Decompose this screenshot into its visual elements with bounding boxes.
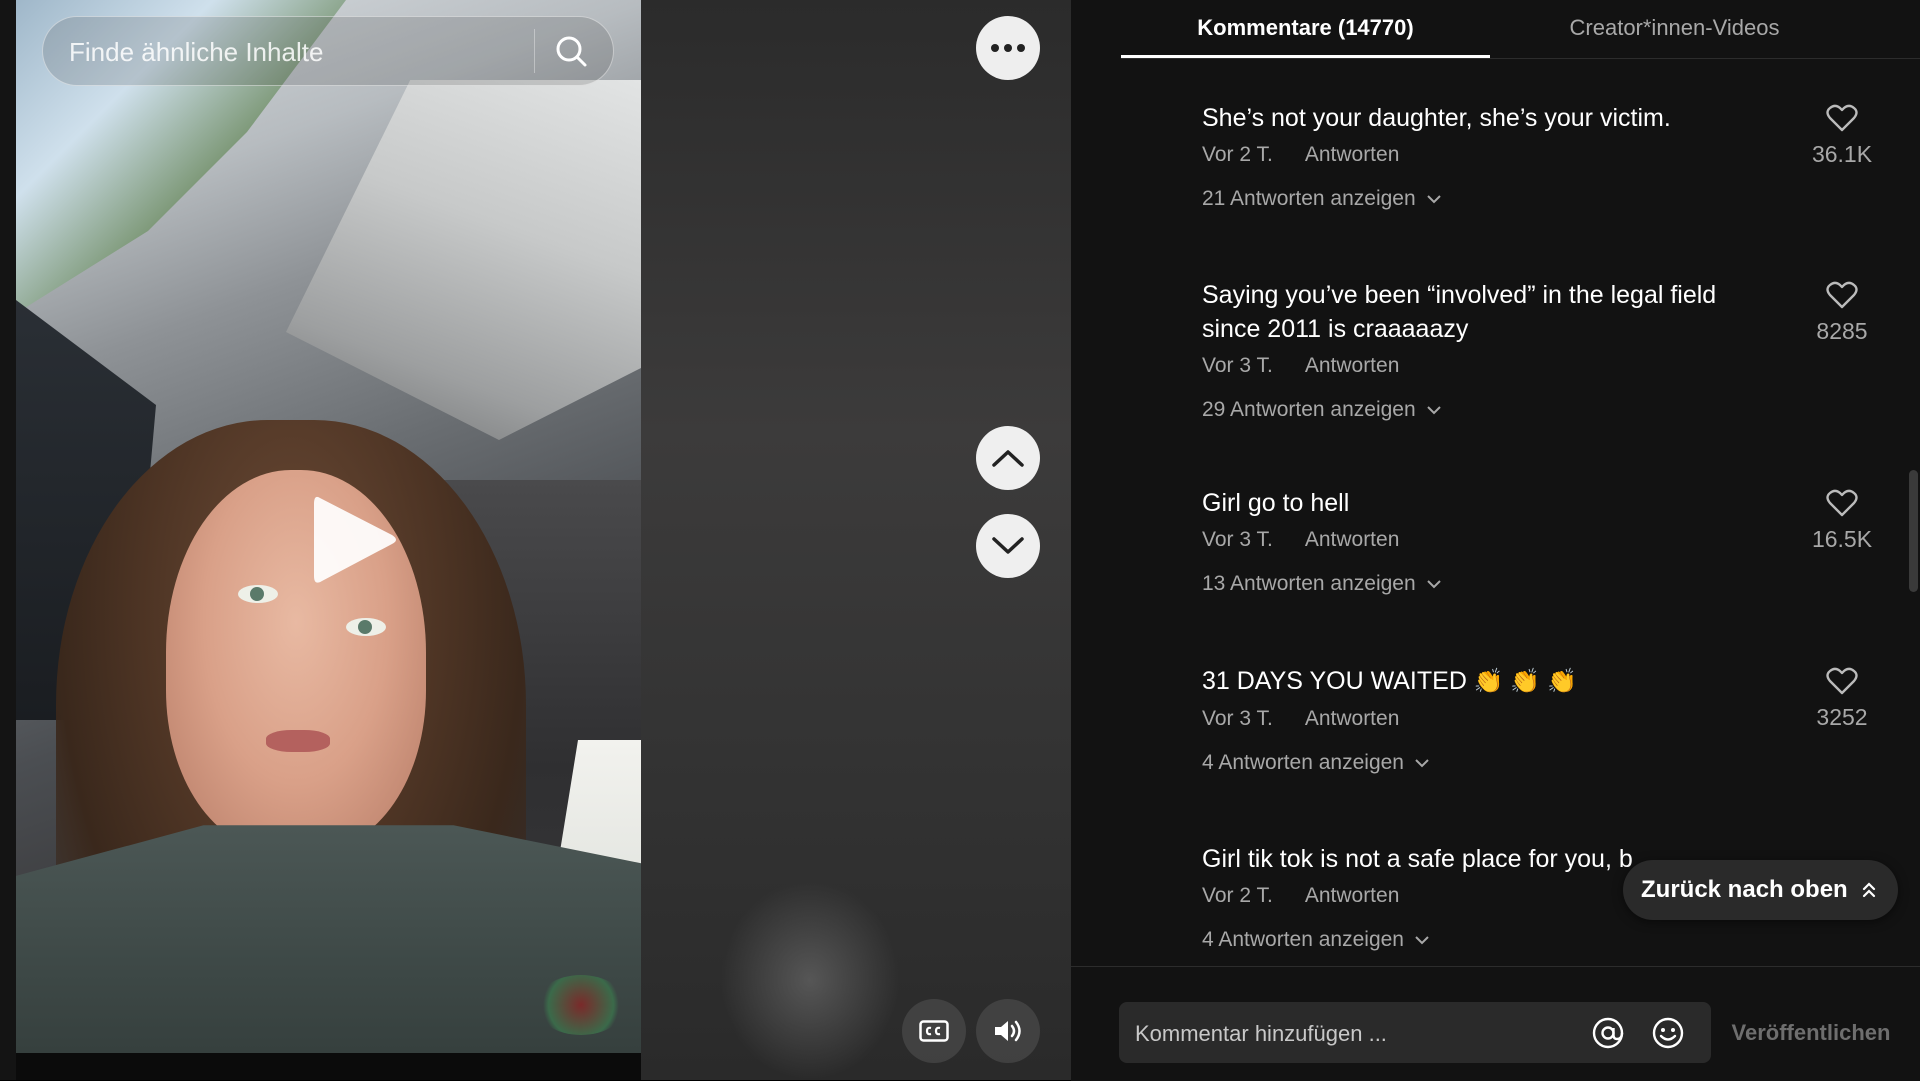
like-group: 16.5K	[1802, 488, 1882, 553]
comment-meta: Vor 3 T. Antworten	[1202, 354, 1882, 382]
publish-button[interactable]: Veröffentlichen	[1711, 1002, 1911, 1063]
reply-button[interactable]: Antworten	[1305, 884, 1400, 912]
view-replies-label: 29 Antworten anzeigen	[1202, 398, 1416, 421]
view-replies-label: 4 Antworten anzeigen	[1202, 751, 1404, 774]
chevron-down-icon	[1426, 195, 1441, 204]
comment-time: Vor 3 T.	[1202, 528, 1273, 551]
heart-outline-icon[interactable]	[1826, 666, 1858, 696]
clapping-hands-emoji: 👏 👏 👏	[1473, 668, 1577, 695]
like-group: 3252	[1802, 666, 1882, 731]
previous-video-button[interactable]	[976, 426, 1040, 490]
video-scene-headliner	[286, 80, 641, 440]
comment-text: Girl go to hell	[1202, 489, 1350, 517]
search-bar	[42, 16, 614, 87]
heart-outline-icon[interactable]	[1826, 280, 1858, 310]
search-icon	[556, 36, 587, 67]
comment-text: Saying you’ve been “involved” in the leg…	[1202, 281, 1717, 343]
comment-input-bar: Veröffentlichen	[1071, 966, 1920, 1081]
video-player[interactable]	[16, 0, 641, 1053]
chevron-down-icon	[1415, 936, 1429, 945]
video-scene-eye-left	[238, 585, 278, 603]
tab-comments[interactable]: Kommentare (14770)	[1121, 0, 1490, 58]
search-button[interactable]	[547, 27, 597, 77]
view-replies-label: 4 Antworten anzeigen	[1202, 928, 1404, 951]
tab-creator-videos[interactable]: Creator*innen-Videos	[1490, 0, 1859, 56]
back-to-top-button[interactable]: Zurück nach oben	[1623, 860, 1898, 920]
view-replies-button[interactable]: 21 Antworten anzeigen	[1202, 187, 1882, 211]
comment-list: She’s not your daughter, she’s your vict…	[1071, 58, 1920, 966]
comment-time: Vor 3 T.	[1202, 354, 1273, 377]
like-count: 3252	[1816, 704, 1868, 730]
volume-icon	[995, 1020, 1021, 1042]
reply-button[interactable]: Antworten	[1305, 528, 1400, 556]
view-replies-label: 21 Antworten anzeigen	[1202, 187, 1416, 210]
comment-item: Girl go to hell Vor 3 T. Antworten 13 An…	[1202, 486, 1882, 596]
comment-input-box	[1119, 1002, 1711, 1065]
view-replies-button[interactable]: 13 Antworten anzeigen	[1202, 572, 1882, 596]
scrollbar-thumb[interactable]	[1909, 470, 1918, 592]
chevron-down-icon	[1426, 580, 1441, 589]
next-video-button[interactable]	[976, 514, 1040, 578]
emoji-icon	[1652, 1017, 1684, 1049]
volume-button[interactable]	[976, 999, 1040, 1063]
video-scene-eye-right	[346, 618, 386, 636]
at-sign-icon	[1592, 1017, 1624, 1049]
more-options-button[interactable]	[976, 16, 1040, 80]
emoji-button[interactable]	[1651, 1016, 1685, 1050]
search-divider	[534, 29, 535, 73]
reply-button[interactable]: Antworten	[1305, 143, 1400, 171]
comment-meta: Vor 2 T. Antworten	[1202, 143, 1882, 171]
video-left-edge	[0, 0, 16, 1080]
like-count: 36.1K	[1811, 141, 1873, 167]
comment-input[interactable]	[1133, 1002, 1567, 1065]
chevron-up-icon	[992, 450, 1024, 467]
reply-button[interactable]: Antworten	[1305, 354, 1400, 382]
video-bottom-strip	[16, 1053, 641, 1080]
comment-text: She’s not your daughter, she’s your vict…	[1202, 104, 1671, 132]
comment-item: She’s not your daughter, she’s your vict…	[1202, 101, 1882, 211]
comment-text-body: 31 DAYS YOU WAITED	[1202, 667, 1467, 695]
video-scene-mouth	[266, 730, 330, 752]
like-count: 16.5K	[1811, 526, 1873, 552]
like-group: 8285	[1802, 280, 1882, 345]
more-horizontal-icon	[991, 44, 1025, 52]
view-replies-button[interactable]: 29 Antworten anzeigen	[1202, 398, 1882, 422]
video-area	[0, 0, 1071, 1080]
double-chevron-up-icon	[1862, 882, 1875, 898]
comment-text: 31 DAYS YOU WAITED 👏 👏 👏	[1202, 664, 1762, 699]
like-group: 36.1K	[1802, 103, 1882, 168]
comment-meta: Vor 3 T. Antworten	[1202, 707, 1882, 735]
chevron-down-icon	[1426, 406, 1441, 415]
play-icon	[314, 496, 396, 583]
comment-time: Vor 3 T.	[1202, 707, 1273, 730]
tab-bar: Kommentare (14770) Creator*innen-Videos	[1121, 0, 1920, 59]
play-button[interactable]	[306, 490, 402, 590]
cc-icon	[919, 1020, 949, 1042]
like-count: 8285	[1816, 318, 1868, 344]
chevron-down-icon	[1415, 759, 1429, 768]
heart-outline-icon[interactable]	[1826, 488, 1858, 518]
view-replies-button[interactable]: 4 Antworten anzeigen	[1202, 751, 1882, 775]
captions-button[interactable]	[902, 999, 966, 1063]
mention-button[interactable]	[1591, 1016, 1625, 1050]
comment-time: Vor 2 T.	[1202, 884, 1273, 907]
view-replies-button[interactable]: 4 Antworten anzeigen	[1202, 928, 1882, 952]
search-input[interactable]	[67, 17, 551, 87]
back-to-top-label: Zurück nach oben	[1641, 876, 1848, 903]
heart-outline-icon[interactable]	[1826, 103, 1858, 133]
video-scene-tattoo	[536, 975, 626, 1035]
view-replies-label: 13 Antworten anzeigen	[1202, 572, 1416, 595]
reply-button[interactable]: Antworten	[1305, 707, 1400, 735]
comment-time: Vor 2 T.	[1202, 143, 1273, 166]
comment-item: Saying you’ve been “involved” in the leg…	[1202, 278, 1882, 422]
comment-meta: Vor 3 T. Antworten	[1202, 528, 1882, 556]
chevron-down-icon	[992, 537, 1024, 554]
comment-item: 31 DAYS YOU WAITED 👏 👏 👏 Vor 3 T. Antwor…	[1202, 664, 1882, 775]
